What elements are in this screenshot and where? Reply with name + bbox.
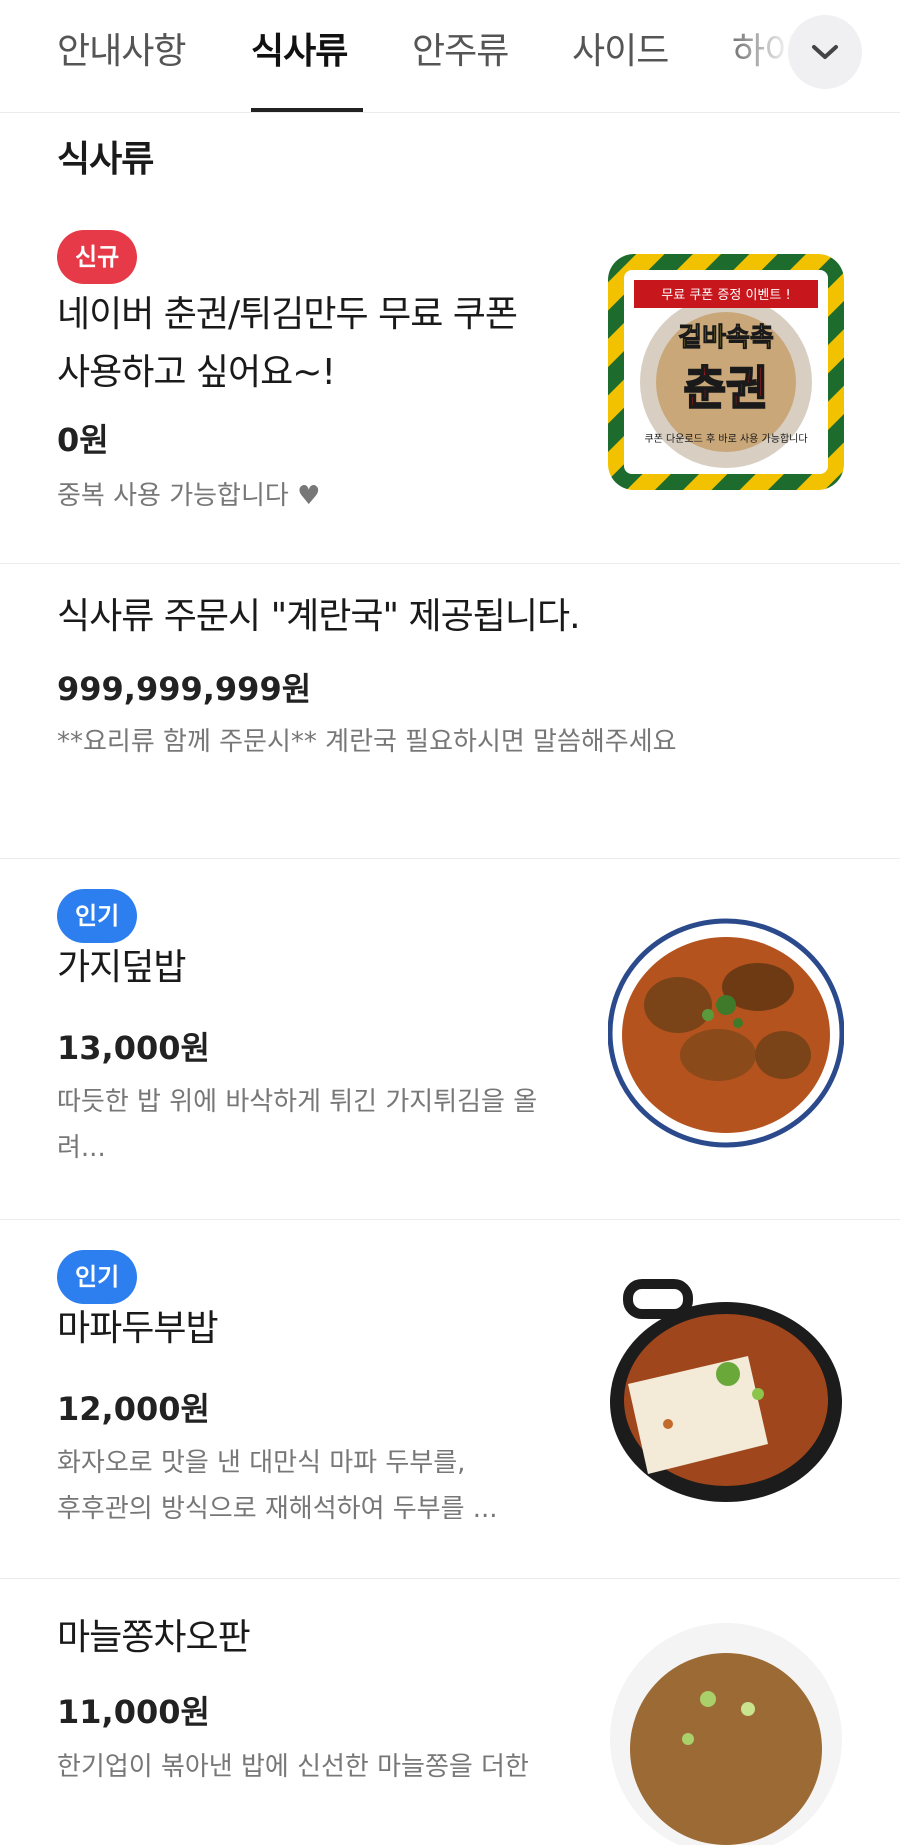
- menu-item-name: 네이버 춘권/튀김만두 무료 쿠폰 사용하고 싶어요~!: [57, 294, 518, 393]
- popular-badge: 인기: [57, 889, 138, 943]
- active-tab-indicator: [251, 108, 363, 112]
- coupon-image-line2: 춘권: [684, 361, 769, 415]
- menu-item-name: 마늘쫑차오판: [57, 1617, 251, 1658]
- mapo-tofu-image: [608, 1274, 844, 1510]
- fried-rice-image: [608, 1609, 844, 1845]
- menu-item-description-line1: 화자오로 맛을 낸 대만식 마파 두부를,: [57, 1448, 466, 1478]
- tab-snacks[interactable]: 안주류: [412, 22, 509, 74]
- menu-item-name: 가지덮밥: [57, 947, 186, 988]
- menu-item-name: 마파두부밥: [57, 1308, 219, 1349]
- new-badge: 신규: [57, 230, 138, 284]
- menu-item-mapo-tofu-rice[interactable]: 인기 마파두부밥 12,000원 화자오로 맛을 낸 대만식 마파 두부를, 후…: [0, 1220, 900, 1578]
- menu-item-description: 따듯한 밥 위에 바삭하게 튀긴 가지튀김을 올려...: [57, 1087, 538, 1163]
- tab-meals[interactable]: 식사류: [251, 22, 348, 74]
- menu-item-description: 중복 사용 가능합니다 ♥: [57, 481, 321, 511]
- coupon-image-footer: 쿠폰 다운로드 후 바로 사용 가능합니다: [644, 433, 807, 445]
- menu-item-name: 식사류 주문시 "계란국" 제공됩니다.: [57, 596, 581, 637]
- tab-notice[interactable]: 안내사항: [57, 22, 186, 74]
- menu-item-eggplant-rice[interactable]: 인기 가지덮밥 13,000원 따듯한 밥 위에 바삭하게 튀긴 가지튀김을 올…: [0, 859, 900, 1219]
- menu-item-description-line2: 후후관의 방식으로 재해석하여 두부를 ...: [57, 1494, 498, 1524]
- expand-tabs-button[interactable]: [788, 15, 862, 89]
- menu-item-egg-soup-notice[interactable]: 식사류 주문시 "계란국" 제공됩니다. 999,999,999원 **요리류 …: [0, 564, 900, 858]
- menu-item-garlic-stem-fried-rice[interactable]: 마늘쫑차오판 11,000원 한기업이 볶아낸 밥에 신선한 마늘쫑을 더한: [0, 1579, 900, 1845]
- menu-item-price: 13,000원: [57, 1029, 210, 1067]
- menu-item-price: 0원: [57, 421, 109, 459]
- popular-badge: 인기: [57, 1250, 138, 1304]
- coupon-banner-text: 무료 쿠폰 증정 이벤트 !: [661, 288, 790, 303]
- chevron-down-icon: [812, 45, 838, 59]
- coupon-event-image: 무료 쿠폰 증정 이벤트 ! 겉바속촉 춘권 쿠폰 다운로드 후 바로 사용 가…: [608, 254, 844, 490]
- menu-item-price: 11,000원: [57, 1693, 210, 1731]
- section-title: 식사류: [57, 139, 154, 180]
- menu-item-price: 12,000원: [57, 1390, 210, 1428]
- eggplant-rice-image: [608, 915, 844, 1151]
- menu-item-description: 한기업이 볶아낸 밥에 신선한 마늘쫑을 더한: [57, 1752, 529, 1782]
- menu-item-price: 999,999,999원: [57, 670, 312, 708]
- tab-sides[interactable]: 사이드: [572, 22, 669, 74]
- menu-item-coupon[interactable]: 신규 네이버 춘권/튀김만두 무료 쿠폰 사용하고 싶어요~! 0원 중복 사용…: [0, 190, 900, 564]
- category-tab-bar: 안내사항 식사류 안주류 사이드 하이: [0, 0, 900, 113]
- menu-item-description: **요리류 함께 주문시** 계란국 필요하시면 말씀해주세요: [57, 727, 677, 757]
- coupon-image-line1: 겉바속촉: [678, 323, 774, 353]
